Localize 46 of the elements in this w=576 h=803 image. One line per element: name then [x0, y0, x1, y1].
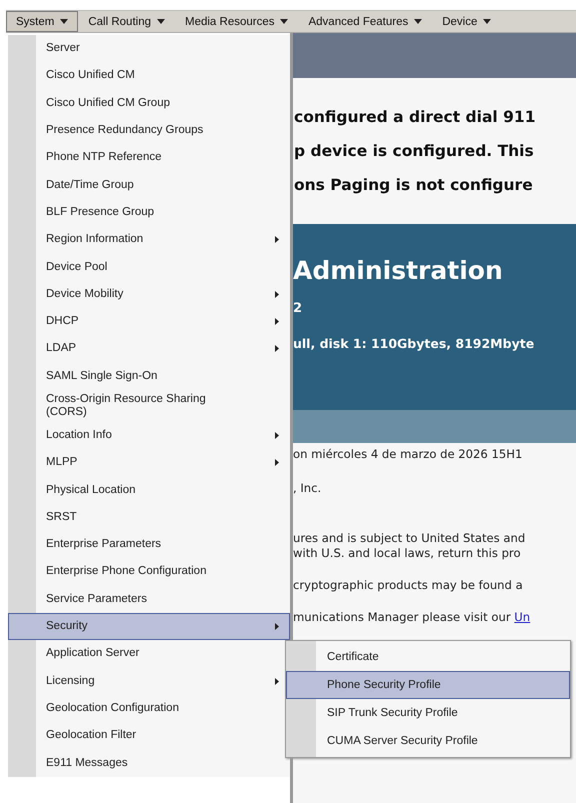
menu-item[interactable]: Location Info — [8, 422, 290, 450]
export-text: ures and is subject to United States and with U.S. and local laws, return this pro — [293, 531, 526, 561]
menu-item[interactable]: Cisco Unified CM Group — [8, 90, 290, 117]
menu-item[interactable]: SIP Trunk Security Profile — [286, 699, 570, 727]
warning-text: ons Paging is not configure — [294, 176, 534, 194]
menu-item[interactable]: Enterprise Parameters — [8, 531, 290, 558]
menu-bar-item[interactable]: Call Routing — [78, 11, 175, 32]
menu-item[interactable]: MLPP — [8, 449, 290, 476]
caret-icon — [414, 19, 422, 24]
caret-icon — [157, 19, 165, 24]
crypto-text: cryptographic products may be found a — [293, 578, 524, 593]
banner-title: Administration — [293, 256, 504, 285]
menu-item[interactable]: DHCP — [8, 308, 290, 336]
menu-item[interactable]: Date/Time Group — [8, 171, 290, 199]
caret-icon — [60, 19, 68, 24]
menu-bar-item[interactable]: Advanced Features — [298, 11, 432, 32]
menu-item[interactable]: LDAP — [8, 335, 290, 363]
menu-bar-item[interactable]: System — [6, 11, 78, 32]
menu-item[interactable]: Phone Security Profile — [286, 671, 570, 699]
menu-item[interactable]: BLF Presence Group — [8, 198, 290, 226]
warning-text: p device is configured. This — [294, 142, 535, 160]
caret-icon — [280, 19, 288, 24]
menu-item[interactable]: Presence Redundancy Groups — [8, 116, 290, 144]
info-text: munications Manager please visit our Un — [293, 610, 532, 625]
menu-item[interactable]: Enterprise Phone Configuration — [8, 558, 290, 586]
link[interactable]: Un — [514, 610, 530, 624]
warning-text: configured a direct dial 911 — [294, 108, 536, 126]
menu-item[interactable]: Region Information — [8, 226, 290, 254]
login-text: on miércoles 4 de marzo de 2026 15H1 — [293, 447, 524, 462]
copyright-text: , Inc. — [293, 481, 322, 496]
menu-item[interactable]: Device Mobility — [8, 280, 290, 308]
menu-item[interactable]: Phone NTP Reference — [8, 144, 290, 172]
version-text: 2 — [293, 301, 304, 316]
menu-item[interactable]: Server — [8, 35, 290, 62]
menu-item[interactable]: Device Pool — [8, 253, 290, 281]
menu-item[interactable]: Physical Location — [8, 476, 290, 504]
menu-item[interactable]: SAML Single Sign-On — [8, 362, 290, 390]
menu-item[interactable]: Cisco Unified CM — [8, 62, 290, 90]
hardware-text: ull, disk 1: 110Gbytes, 8192Mbyte — [293, 336, 536, 351]
menu-item[interactable]: Service Parameters — [8, 586, 290, 613]
menu-item[interactable]: Cross-Origin Resource Sharing (CORS) — [8, 390, 290, 422]
menu-item[interactable]: Security — [8, 612, 290, 640]
menu-bar-item[interactable]: Device — [432, 11, 502, 32]
menu-item[interactable]: SRST — [8, 504, 290, 532]
menu-bar-item[interactable]: Media Resources — [175, 11, 298, 32]
caret-icon — [483, 19, 492, 24]
